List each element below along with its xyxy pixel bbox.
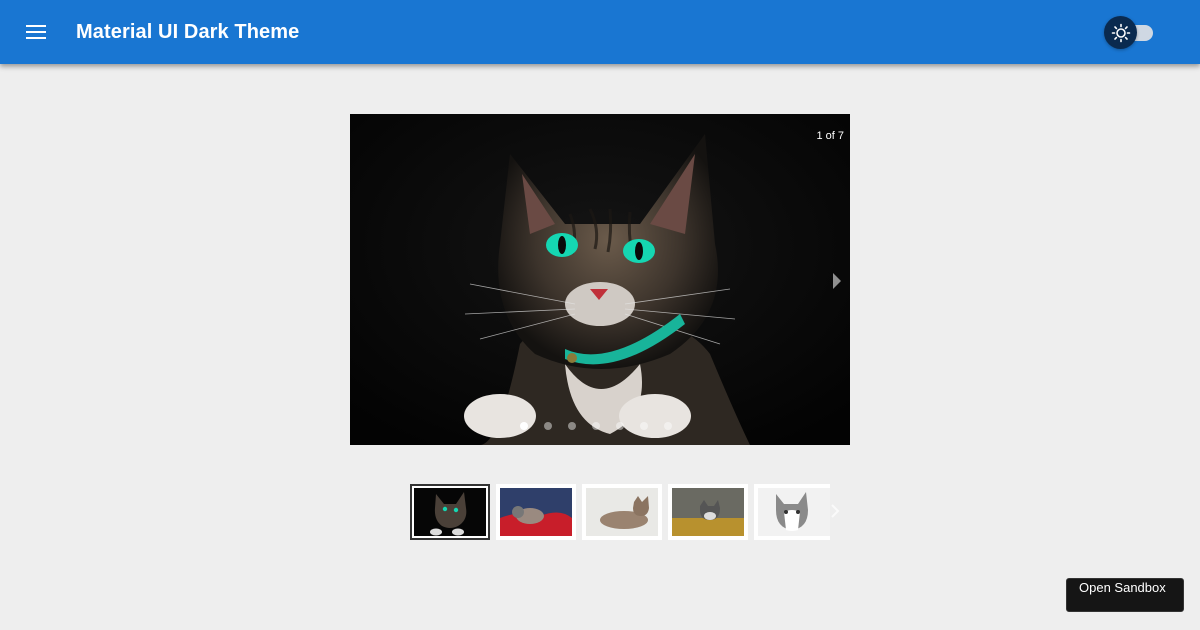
thumbnail-5[interactable] (754, 484, 830, 540)
carousel-dot-5[interactable] (616, 422, 624, 430)
menu-button[interactable] (16, 12, 56, 52)
carousel-dot-7[interactable] (664, 422, 672, 430)
theme-toggle[interactable] (1103, 16, 1155, 49)
carousel-dot-4[interactable] (592, 422, 600, 430)
carousel-dots (520, 422, 672, 430)
thumbnail-image (586, 488, 658, 536)
thumbnail-2[interactable] (496, 484, 576, 540)
thumbnail-image (414, 488, 486, 536)
thumbnail-image (500, 488, 572, 536)
thumbnail-3[interactable] (582, 484, 662, 540)
open-sandbox-button[interactable]: Open Sandbox (1066, 578, 1184, 612)
carousel-dot-6[interactable] (640, 422, 648, 430)
hamburger-menu-icon (26, 25, 46, 39)
carousel-dot-3[interactable] (568, 422, 576, 430)
thumbnail-image (758, 488, 830, 536)
image-carousel[interactable]: 1 of 7 (350, 114, 850, 445)
slide-counter: 1 of 7 (816, 130, 844, 142)
toggle-thumb (1104, 16, 1137, 49)
carousel-dot-1[interactable] (520, 422, 528, 430)
cat-photo (350, 114, 850, 445)
thumbnail-strip (410, 484, 830, 540)
thumbnail-4[interactable] (668, 484, 748, 540)
sun-icon (1111, 23, 1130, 42)
carousel-dot-2[interactable] (544, 422, 552, 430)
thumbnail-1[interactable] (410, 484, 490, 540)
thumbnail-next-icon[interactable] (830, 502, 840, 520)
page-title: Material UI Dark Theme (76, 21, 300, 43)
thumbnail-image (672, 488, 744, 536)
app-bar: Material UI Dark Theme (0, 0, 1200, 64)
chevron-right-icon[interactable] (830, 270, 844, 292)
